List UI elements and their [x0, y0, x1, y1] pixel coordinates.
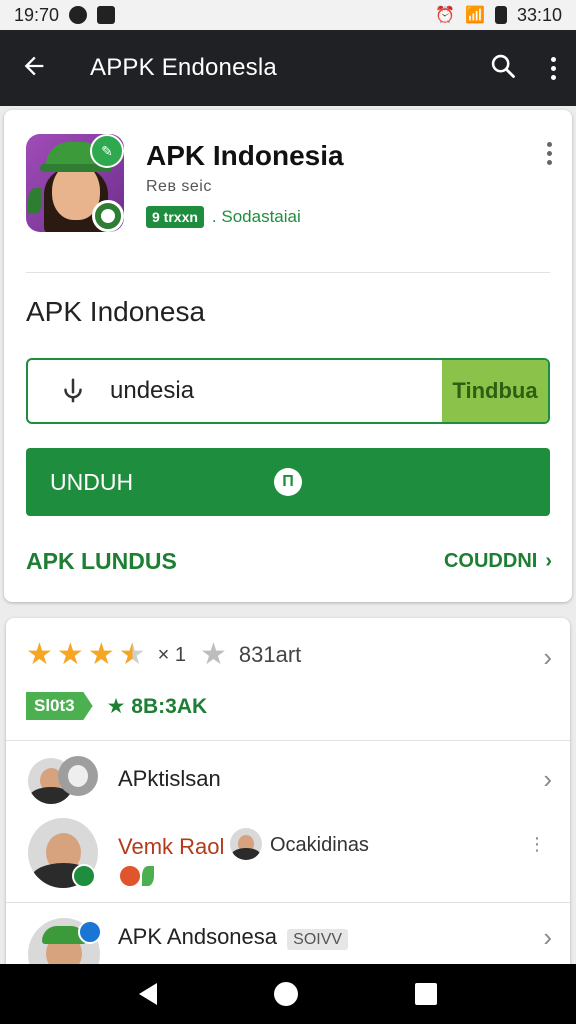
reviews-card: ★ ★ ★ ★ × 1 ★ 831art › Sl0t3 ★ 8B:3AK AP… [6, 618, 570, 990]
notification-icon [69, 6, 88, 24]
battery-icon [494, 6, 507, 24]
nav-recents-icon[interactable] [415, 983, 438, 1005]
input-action-button[interactable]: Tindbua [442, 360, 548, 422]
list-item-title-text: APK Andsonesa [118, 924, 278, 949]
rating-row[interactable]: ★ ★ ★ ★ × 1 ★ 831art [26, 640, 301, 670]
apk-link[interactable]: APK LUNDUS [26, 548, 177, 575]
wifi-icon: 📶 [465, 7, 485, 24]
system-nav-bar [0, 964, 576, 1024]
list-item-subtitle: Ocakidinas [270, 834, 369, 856]
nav-home-icon[interactable] [273, 982, 298, 1006]
download-icon: Π [274, 468, 302, 496]
verified-badge-icon [78, 920, 102, 944]
verified-badge-icon [72, 864, 96, 888]
list-item-title[interactable]: APktislsan [118, 766, 221, 792]
app-info-card: ✎ APK Indonesia Reв seic 9 trxxn . Sodas… [4, 110, 572, 602]
divider [6, 740, 570, 741]
app-category[interactable]: . Sodastaiai [212, 207, 301, 227]
rating-value: ★ 8B:3AK [106, 694, 208, 718]
app-card-menu-icon[interactable] [547, 142, 552, 165]
leaf-icon [142, 866, 154, 886]
status-clock-right: 33:10 [516, 4, 562, 25]
app-name: APK Indonesia [146, 140, 344, 171]
section-title: APK Indonesa [26, 296, 206, 327]
rating-badge: Sl0t3 [26, 692, 93, 720]
status-bar: 19:70 ⏰ 📶 33:10 [0, 0, 576, 30]
chevron-right-icon[interactable]: › [543, 922, 552, 953]
alarm-icon: ⏰ [435, 7, 456, 24]
divider [26, 272, 550, 273]
app-bar-title: APPK Endonesla [90, 54, 277, 81]
star-icon: ★ [26, 638, 53, 671]
more-vert-icon[interactable] [551, 56, 556, 80]
download-button[interactable]: UNDUH Π [26, 448, 550, 516]
app-tag-badge: 9 trxxn [146, 206, 204, 228]
list-item-title[interactable]: APK Andsonesa SOIVV [118, 924, 349, 950]
divider [6, 902, 570, 903]
search-input-value[interactable]: undesia [110, 377, 194, 405]
download-button-label: UNDUH [50, 468, 134, 495]
star-empty-icon: ★ [199, 638, 227, 671]
avatar-small [230, 828, 262, 860]
rating-count: × 1 [157, 643, 186, 666]
search-input[interactable]: undesia Tindbua [26, 358, 550, 424]
app-developer[interactable]: Reв seic [146, 178, 212, 196]
chevron-right-icon: › [545, 550, 552, 572]
search-icon[interactable] [489, 52, 517, 85]
app-icon: ✎ [26, 134, 124, 232]
star-half-icon: ★ [118, 638, 146, 671]
app-bar: APPK Endonesla [0, 30, 576, 106]
more-link-label: COUDDNI [443, 550, 538, 572]
chevron-right-icon[interactable]: › [543, 764, 552, 795]
edit-badge-icon: ✎ [90, 134, 124, 168]
list-item-title[interactable]: Vemk Raol [118, 834, 224, 860]
star-icon: ★ [87, 638, 115, 671]
more-link[interactable]: COUDDNI › [444, 550, 552, 573]
nav-back-icon[interactable] [138, 983, 157, 1005]
app-notification-icon [97, 6, 116, 24]
mic-icon[interactable] [58, 376, 88, 406]
avatar-secondary [58, 756, 98, 796]
status-badge-icon [92, 200, 124, 232]
chevron-right-icon[interactable]: › [543, 642, 552, 673]
reaction-icon [118, 864, 142, 888]
rating-total: 831art [238, 642, 302, 667]
more-vert-icon[interactable]: ⋮ [528, 834, 546, 855]
status-time: 19:70 [14, 4, 60, 25]
star-icon: ★ [56, 638, 84, 671]
back-arrow-icon[interactable] [20, 52, 60, 85]
list-item-tag: SOIVV [287, 929, 349, 950]
